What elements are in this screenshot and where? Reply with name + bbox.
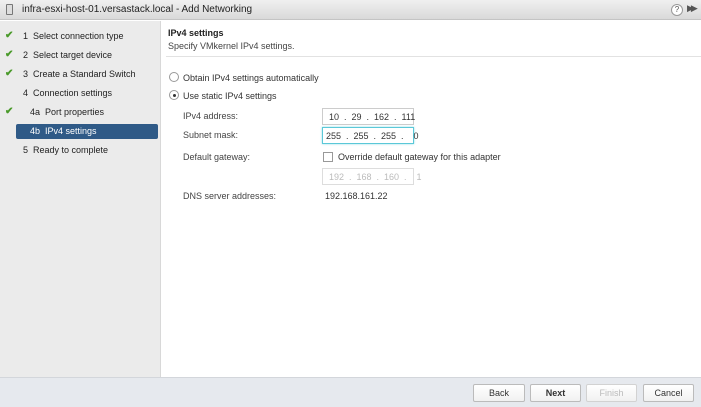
- ipv4-address-label: IPv4 address:: [183, 111, 239, 121]
- content-panel: IPv4 settings Specify VMkernel IPv4 sett…: [162, 21, 701, 377]
- step-ipv4-settings[interactable]: 4b IPv4 settings: [16, 124, 158, 139]
- radio-use-static[interactable]: [169, 90, 179, 100]
- step-select-target-device[interactable]: ✔ 2 Select target device: [0, 48, 161, 63]
- cancel-button[interactable]: Cancel: [643, 384, 694, 402]
- page-title: IPv4 settings: [168, 28, 224, 38]
- wizard-steps: ✔ 1 Select connection type ✔ 2 Select targ…: [0, 21, 161, 377]
- finish-button: Finish: [586, 384, 637, 402]
- step-connection-settings[interactable]: 4 Connection settings: [0, 86, 161, 101]
- help-icon[interactable]: ?: [671, 4, 683, 16]
- dns-servers-label: DNS server addresses:: [183, 191, 277, 201]
- check-icon: ✔: [5, 106, 14, 117]
- next-button[interactable]: Next: [530, 384, 581, 402]
- step-select-connection-type[interactable]: ✔ 1 Select connection type: [0, 29, 161, 44]
- step-ready-to-complete[interactable]: 5 Ready to complete: [0, 143, 161, 158]
- override-gateway-label: Override default gateway for this adapte…: [338, 152, 501, 162]
- dns-servers-value: 192.168.161.22: [325, 191, 388, 201]
- divider: [166, 56, 701, 57]
- ipv4-address-input[interactable]: 10 . 29 . 162 . 111: [322, 108, 415, 125]
- title-bar: infra-esxi-host-01.versastack.local - Ad…: [0, 0, 701, 20]
- window-title: infra-esxi-host-01.versastack.local - Ad…: [22, 4, 253, 15]
- check-icon: ✔: [5, 30, 14, 41]
- subnet-mask-label: Subnet mask:: [183, 130, 239, 140]
- expand-icon[interactable]: ▶▶: [687, 3, 698, 14]
- override-gateway-checkbox[interactable]: [323, 152, 333, 162]
- default-gateway-label: Default gateway:: [183, 152, 251, 162]
- host-icon: [6, 4, 13, 15]
- default-gateway-input: 192 . 168 . 160 . 1: [322, 168, 422, 185]
- radio-static-label: Use static IPv4 settings: [183, 91, 277, 101]
- step-port-properties[interactable]: ✔ 4a Port properties: [0, 105, 161, 120]
- step-create-standard-switch[interactable]: ✔ 3 Create a Standard Switch: [0, 67, 161, 82]
- radio-auto-label: Obtain IPv4 settings automatically: [183, 73, 319, 83]
- check-icon: ✔: [5, 49, 14, 60]
- radio-obtain-automatically[interactable]: [169, 72, 179, 82]
- check-icon: ✔: [5, 68, 14, 79]
- subnet-mask-input[interactable]: 255 . 255 . 255 . 0: [322, 127, 419, 144]
- back-button[interactable]: Back: [473, 384, 525, 402]
- wizard-footer: Back Next Finish Cancel: [0, 377, 701, 407]
- page-subtitle: Specify VMkernel IPv4 settings.: [168, 41, 295, 51]
